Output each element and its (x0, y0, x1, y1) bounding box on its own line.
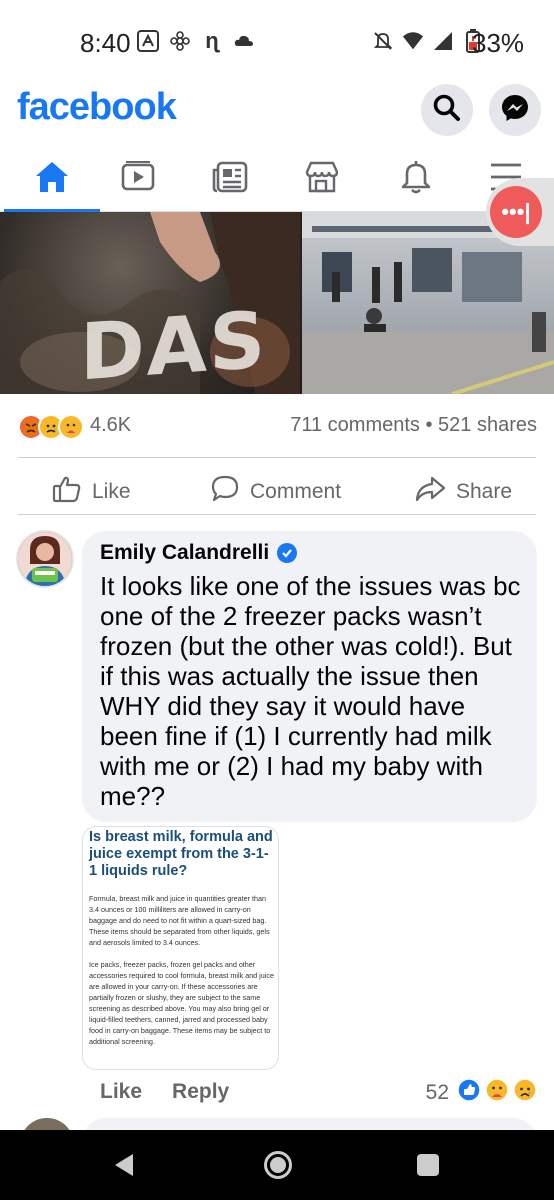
status-time: 8:40 (80, 28, 131, 58)
post-reactions-row: 4.6K 711 comments • 521 shares (0, 404, 554, 450)
main-nav (0, 148, 554, 212)
post-divider (18, 457, 536, 458)
attachment-title: Is breast milk, formula and juice exempt… (89, 829, 273, 879)
photo-left: DAS (0, 212, 302, 394)
thumbs-up-icon (52, 474, 82, 510)
android-nav-bar (0, 1130, 554, 1200)
recent-apps-icon[interactable] (417, 1154, 439, 1176)
mute-icon (372, 30, 394, 52)
floating-bubble-button[interactable]: •••| (490, 186, 542, 238)
more-dots-icon: •••| (501, 199, 531, 224)
battery-percent: 33% (472, 28, 525, 58)
comment-icon (210, 474, 240, 510)
n-app-icon: ɳ (205, 28, 219, 53)
news-icon (211, 160, 249, 199)
tab-news[interactable] (190, 148, 270, 210)
share-button[interactable]: Share (414, 474, 512, 510)
comment-reply-button[interactable]: Reply (172, 1080, 229, 1104)
home-dot (270, 1157, 286, 1173)
comment-button[interactable]: Comment (210, 474, 341, 510)
commenter-avatar[interactable] (16, 530, 74, 588)
like-label: Like (92, 480, 131, 503)
back-icon[interactable] (115, 1154, 133, 1176)
watch-icon (120, 160, 156, 199)
like-button[interactable]: Like (52, 474, 131, 510)
bell-icon (399, 159, 433, 200)
comment-reaction-count: 52 (425, 1080, 449, 1104)
care-reaction-icon-small (485, 1078, 509, 1107)
comment-actions: Like Reply (100, 1080, 229, 1104)
home-icon (34, 160, 70, 199)
status-right-icons (372, 29, 484, 53)
cloud-icon (233, 30, 255, 52)
tab-home[interactable] (12, 148, 92, 210)
actions-divider (18, 514, 536, 515)
messenger-button[interactable] (489, 84, 541, 136)
comment-bubble: Emily Calandrelli It looks like one of t… (82, 531, 537, 822)
reaction-count[interactable]: 4.6K (90, 414, 131, 437)
shirt-print-text: DAS (80, 295, 268, 394)
comment-attachment-image[interactable]: Is breast milk, formula and juice exempt… (82, 826, 279, 1070)
comment-text: It looks like one of the issues was bc o… (100, 571, 521, 811)
flower-icon (169, 30, 191, 52)
messenger-icon (500, 93, 530, 128)
facebook-logo[interactable]: facebook (17, 86, 177, 129)
comment-author[interactable]: Emily Calandrelli (100, 541, 298, 565)
status-bar: 8:40 ɳ 33% (0, 0, 554, 84)
tab-watch[interactable] (98, 148, 178, 210)
care-reaction-icon (58, 414, 84, 440)
status-left-icons: ɳ (137, 28, 255, 53)
post-actions-row: Like Comment Share (0, 466, 554, 512)
share-label: Share (456, 480, 513, 503)
tab-notifications[interactable] (376, 148, 456, 210)
attachment-paragraph-2: Ice packs, freezer packs, frozen gel pac… (89, 960, 274, 1046)
search-icon (432, 93, 462, 128)
fitness-icon (137, 30, 159, 52)
post-image[interactable]: DAS (0, 212, 554, 394)
share-icon (414, 474, 446, 510)
wifi-icon (402, 30, 424, 52)
comment-reactions[interactable]: 52 (426, 1078, 537, 1107)
comment-label: Comment (250, 480, 342, 503)
signal-icon (432, 30, 454, 52)
app-header: facebook (0, 84, 554, 146)
search-button[interactable] (421, 84, 473, 136)
comment-like-button[interactable]: Like (100, 1080, 142, 1104)
comments-shares-count[interactable]: 711 comments • 521 shares (290, 414, 537, 437)
sad-reaction-icon-small (513, 1078, 537, 1107)
tab-marketplace[interactable] (282, 148, 362, 210)
reaction-icons[interactable] (18, 414, 84, 440)
comment-author-name: Emily Calandrelli (100, 541, 270, 564)
attachment-paragraph-1: Formula, breast milk and juice in quanti… (89, 894, 270, 947)
verified-badge-icon (277, 543, 298, 563)
like-reaction-icon (457, 1078, 481, 1107)
marketplace-icon (303, 160, 341, 199)
